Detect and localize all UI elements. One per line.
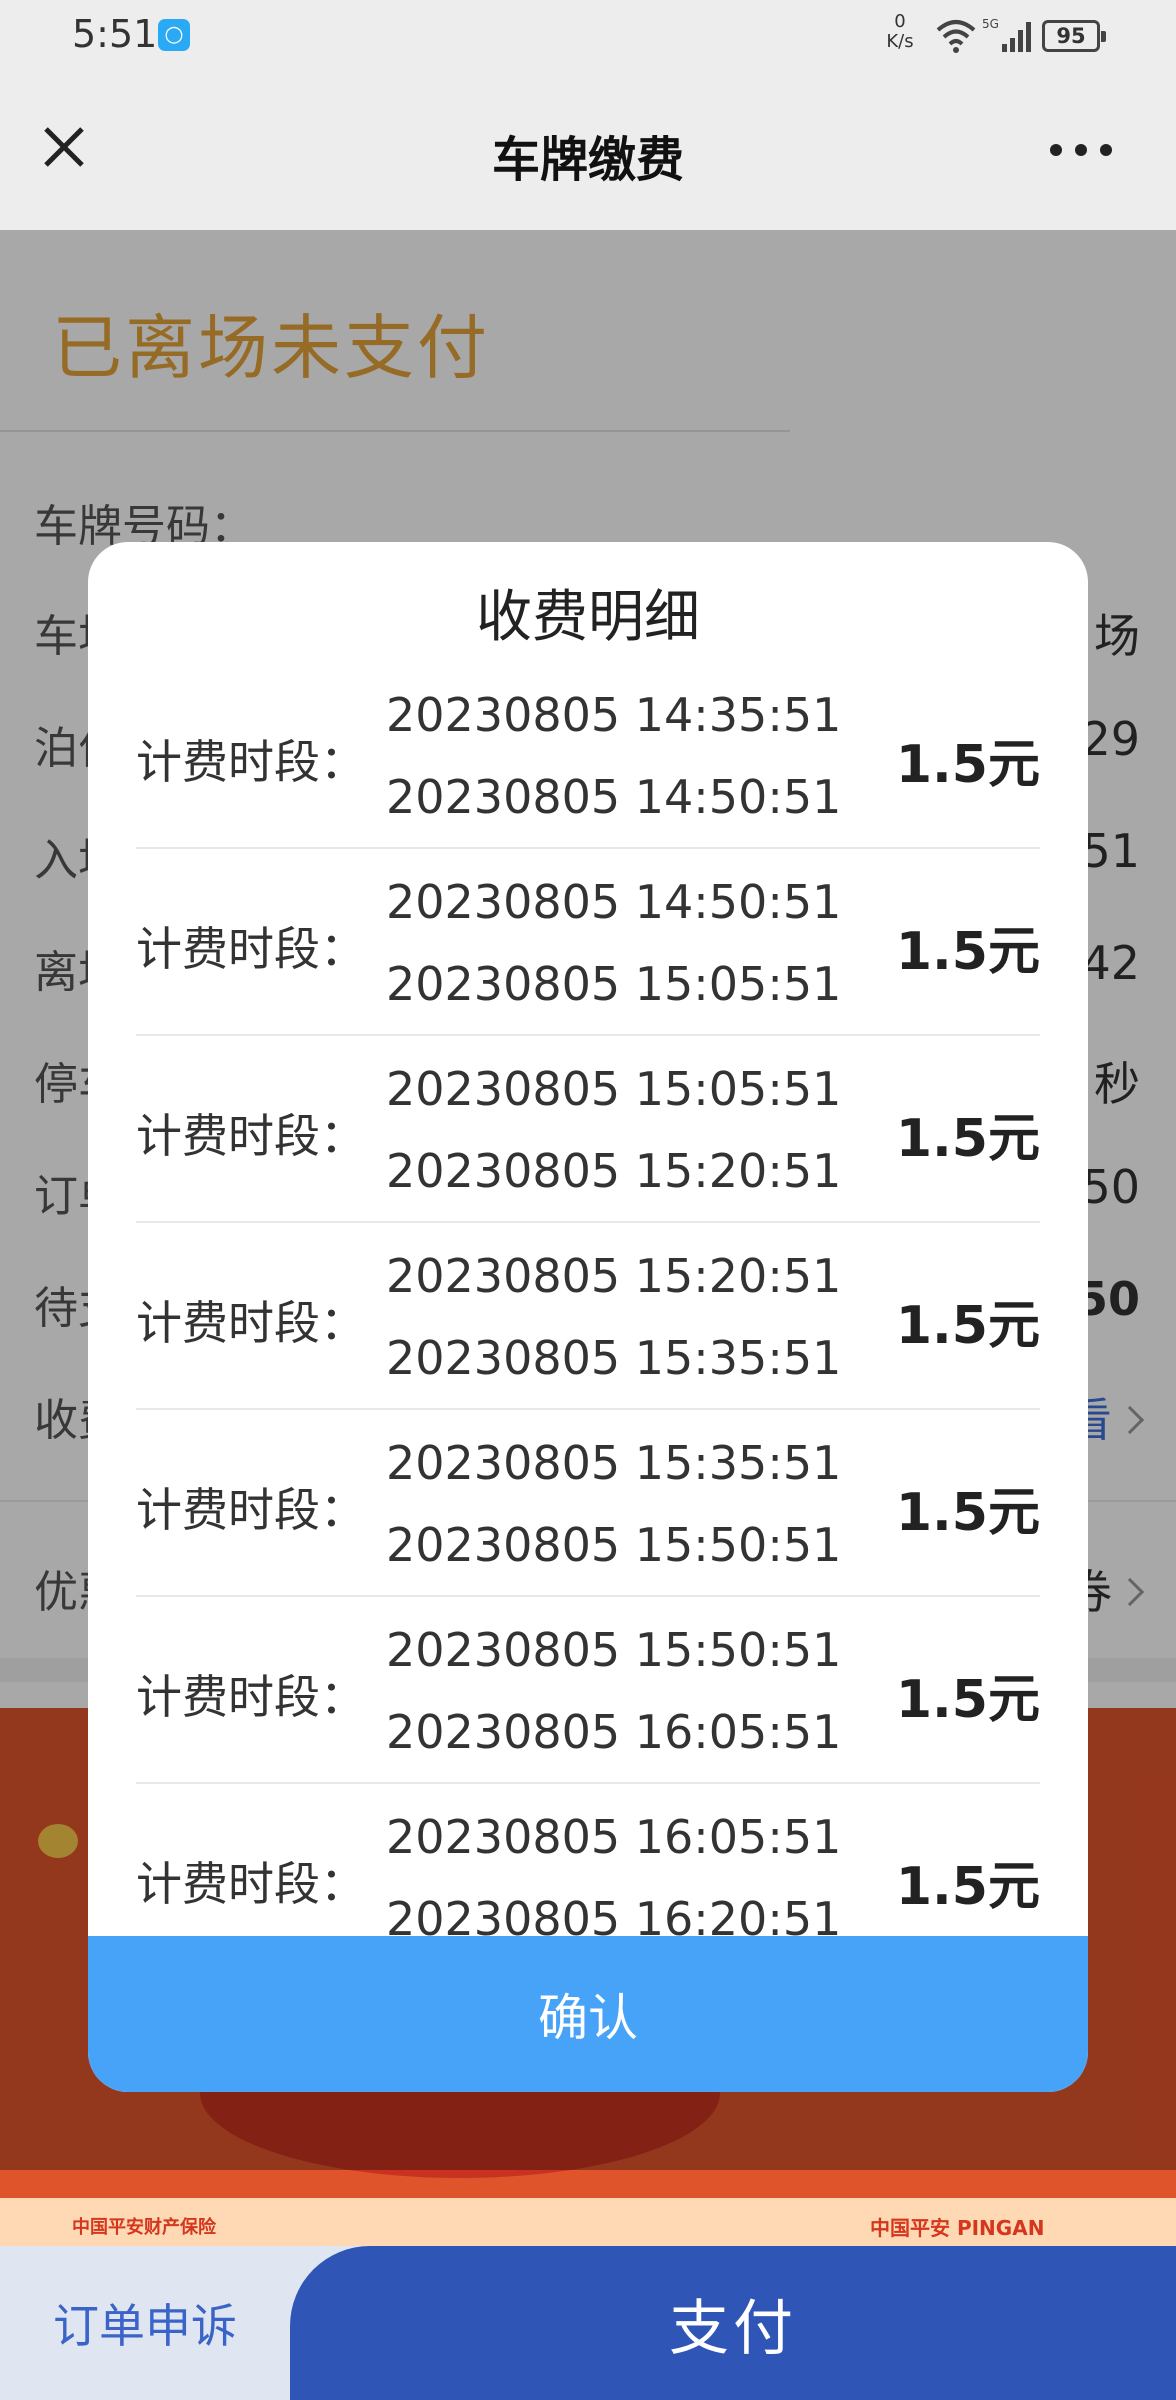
network-speed: 0 K/s <box>880 12 920 52</box>
page-title: 车牌缴费 <box>491 132 684 188</box>
fee-start-time: 20230805 14:35:51 <box>386 688 842 742</box>
network-type: 5G <box>982 17 999 31</box>
network-speed-unit: K/s <box>886 31 914 52</box>
fee-end-time: 20230805 14:50:51 <box>386 770 842 824</box>
fee-row: 计费时段： 20230805 14:50:51 20230805 15:05:5… <box>136 849 1040 1036</box>
fee-end-time: 20230805 15:20:51 <box>386 1144 842 1198</box>
fee-period-label: 计费时段： <box>136 1857 366 1911</box>
fee-amount: 1.5元 <box>895 1670 1040 1730</box>
bottom-action-bar: 订单申诉 支付 <box>0 2246 1176 2400</box>
fee-period-label: 计费时段： <box>136 1670 366 1724</box>
fee-amount: 1.5元 <box>895 922 1040 982</box>
status-time: 5:51 <box>72 12 158 56</box>
wifi-icon <box>936 20 976 53</box>
fee-amount: 1.5元 <box>895 1857 1040 1917</box>
fee-end-time: 20230805 16:05:51 <box>386 1705 842 1759</box>
insurer-logo-right: 中国平安 PINGAN <box>870 2216 1045 2240</box>
fee-start-time: 20230805 15:05:51 <box>386 1062 842 1116</box>
fee-period-label: 计费时段： <box>136 1483 366 1537</box>
fee-start-time: 20230805 15:20:51 <box>386 1249 842 1303</box>
fee-start-time: 20230805 14:50:51 <box>386 875 842 929</box>
fee-list[interactable]: 计费时段： 20230805 14:35:51 20230805 14:50:5… <box>136 662 1040 1978</box>
fee-amount: 1.5元 <box>895 735 1040 795</box>
confirm-button[interactable]: 确认 <box>88 1936 1088 2092</box>
fee-row: 计费时段： 20230805 15:20:51 20230805 15:35:5… <box>136 1223 1040 1410</box>
fee-end-time: 20230805 15:35:51 <box>386 1331 842 1385</box>
fee-row: 计费时段： 20230805 15:05:51 20230805 15:20:5… <box>136 1036 1040 1223</box>
fee-start-time: 20230805 15:50:51 <box>386 1623 842 1677</box>
fee-period-label: 计费时段： <box>136 1109 366 1163</box>
search-app-icon: ○ <box>158 19 190 51</box>
fee-row: 计费时段： 20230805 14:35:51 20230805 14:50:5… <box>136 662 1040 849</box>
fee-amount: 1.5元 <box>895 1109 1040 1169</box>
fee-period-label: 计费时段： <box>136 1296 366 1350</box>
battery-icon: 95 <box>1042 20 1106 52</box>
modal-title: 收费明细 <box>476 585 700 650</box>
nav-bar: 车牌缴费 <box>0 72 1176 230</box>
network-speed-value: 0 <box>894 11 906 32</box>
fee-row: 计费时段： 20230805 15:50:51 20230805 16:05:5… <box>136 1597 1040 1784</box>
fee-period-label: 计费时段： <box>136 922 366 976</box>
status-bar: 5:51 ○ 0 K/s 5G 95 <box>0 0 1176 72</box>
order-appeal-button[interactable]: 订单申诉 <box>0 2246 290 2400</box>
fee-detail-modal: 收费明细 计费时段： 20230805 14:35:51 20230805 14… <box>88 542 1088 2092</box>
fee-period-label: 计费时段： <box>136 735 366 789</box>
signal-icon: 5G <box>982 17 1031 52</box>
fee-amount: 1.5元 <box>895 1483 1040 1543</box>
battery-level: 95 <box>1056 24 1086 48</box>
fee-row: 计费时段： 20230805 15:35:51 20230805 15:50:5… <box>136 1410 1040 1597</box>
more-icon[interactable] <box>1046 130 1116 170</box>
fee-start-time: 20230805 16:05:51 <box>386 1810 842 1864</box>
fee-end-time: 20230805 15:05:51 <box>386 957 842 1011</box>
fee-amount: 1.5元 <box>895 1296 1040 1356</box>
pay-button[interactable]: 支付 <box>290 2246 1176 2400</box>
fee-start-time: 20230805 15:35:51 <box>386 1436 842 1490</box>
fee-end-time: 20230805 15:50:51 <box>386 1518 842 1572</box>
insurer-logo-left: 中国平安财产保险 <box>72 2217 216 2238</box>
